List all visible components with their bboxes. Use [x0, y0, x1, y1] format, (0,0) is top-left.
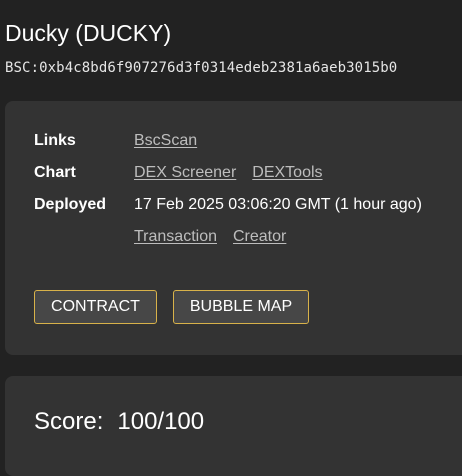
deployed-row: Deployed 17 Feb 2025 03:06:20 GMT (1 hour… — [34, 195, 422, 215]
score-value: 100/100 — [117, 408, 205, 435]
score-label: Score: — [34, 408, 104, 435]
deployed-label: Deployed — [34, 196, 107, 213]
dex-screener-link[interactable]: DEX Screener — [134, 164, 236, 181]
dextools-link[interactable]: DEXTools — [252, 164, 322, 181]
bscscan-link[interactable]: BscScan — [134, 132, 197, 149]
bubble-map-button[interactable]: BUBBLE MAP — [173, 290, 309, 324]
token-title: Ducky (DUCKY) — [5, 20, 172, 46]
links-row: Links BscScan — [34, 131, 197, 151]
score-panel: Score: 100/100 — [5, 376, 462, 476]
score-display: Score: 100/100 — [34, 407, 204, 437]
token-address: BSC:0xb4c8bd6f907276d3f0314edeb2381a6aeb… — [5, 60, 398, 76]
deployed-links-row: Transaction Creator — [34, 227, 286, 247]
chart-label: Chart — [34, 164, 76, 181]
token-details-panel: Links BscScan Chart DEX Screener DEXTools D… — [5, 101, 462, 355]
chart-row: Chart DEX Screener DEXTools — [34, 163, 323, 183]
contract-button[interactable]: CONTRACT — [34, 290, 157, 324]
creator-link[interactable]: Creator — [233, 228, 286, 245]
transaction-link[interactable]: Transaction — [134, 228, 217, 245]
deployed-date: 17 Feb 2025 03:06:20 GMT (1 hour ago) — [134, 196, 422, 213]
links-label: Links — [34, 132, 76, 149]
